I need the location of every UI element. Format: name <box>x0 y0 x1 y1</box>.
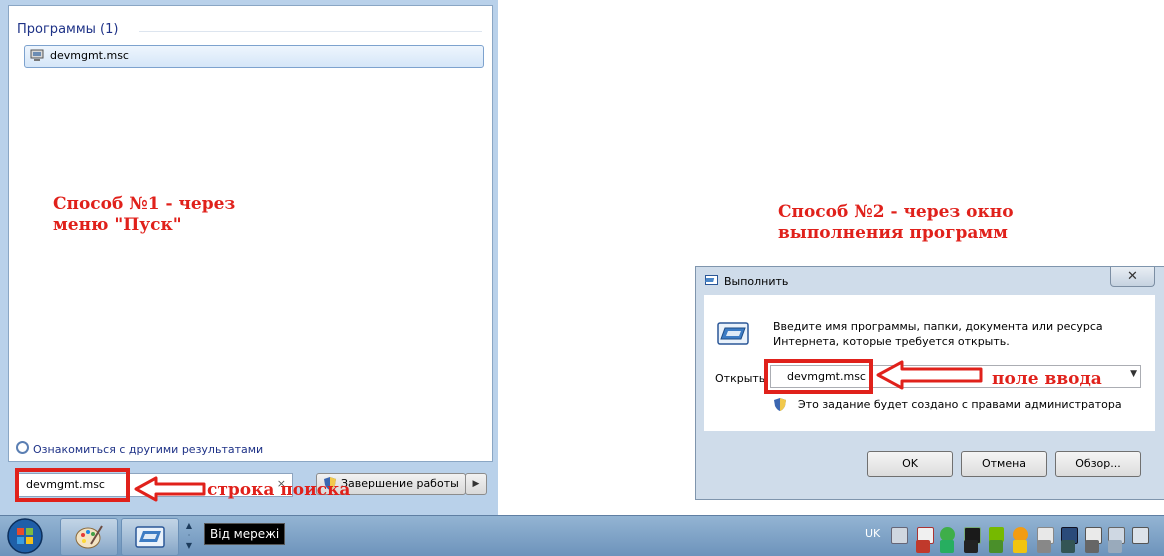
run-icon <box>705 275 718 285</box>
start-menu: Программы (1) devmgmt.msc Ознакомиться с… <box>0 0 498 515</box>
run-description: Введите имя программы, папки, документа … <box>773 320 1103 348</box>
tray-small-icon-4[interactable] <box>989 540 1003 553</box>
taskbar: ▲ · ▼ Від мережі UK <box>0 515 1164 556</box>
tray-small-icon-7[interactable] <box>1061 540 1075 553</box>
tray-small-icon-3[interactable] <box>964 540 978 553</box>
search-icon <box>16 441 29 454</box>
run-title: Выполнить <box>724 275 789 288</box>
method1-annotation: Способ №1 - через меню "Пуск" <box>53 194 235 236</box>
input-highlight-box <box>764 359 873 394</box>
method2-annotation: Способ №2 - через окно выполнения програ… <box>778 202 1014 244</box>
program-result-devmgmt[interactable]: devmgmt.msc <box>24 45 484 68</box>
tray-small-icon-5[interactable] <box>1013 540 1027 553</box>
more-results-link[interactable]: Ознакомиться с другими результатами <box>16 440 263 456</box>
input-arrow <box>876 360 983 390</box>
run-icon <box>135 526 165 548</box>
taskbar-paint-button[interactable] <box>60 518 118 556</box>
paint-icon <box>75 525 103 549</box>
method2-line2: выполнения программ <box>778 223 1008 243</box>
run-icon <box>717 322 749 345</box>
open-label: Открыть: <box>715 372 769 385</box>
input-annotation: поле ввода <box>992 369 1102 389</box>
volume-icon[interactable] <box>1132 527 1149 544</box>
tray-small-icon-6[interactable] <box>1037 540 1051 553</box>
close-button[interactable]: ✕ <box>1110 267 1155 287</box>
tray-small-icon-9[interactable] <box>1108 540 1122 553</box>
method2-line1: Способ №2 - через окно <box>778 202 1014 222</box>
shutdown-options-button[interactable]: ▶ <box>465 473 487 495</box>
search-arrow <box>134 476 206 502</box>
shield-icon <box>774 398 786 411</box>
programs-group-header: Программы (1) <box>17 22 119 37</box>
keyboard-icon[interactable] <box>891 527 908 544</box>
tray-small-icon-2[interactable] <box>940 540 954 553</box>
search-highlight-box <box>15 468 130 502</box>
taskbar-overflow-icon[interactable]: ▲ · ▼ <box>184 521 194 551</box>
tray-small-icon-1[interactable] <box>916 540 930 553</box>
program-result-label: devmgmt.msc <box>50 49 129 62</box>
method1-line2: меню "Пуск" <box>53 215 182 235</box>
cancel-button[interactable]: Отмена <box>961 451 1047 477</box>
chevron-down-icon[interactable]: ▼ <box>1130 369 1137 379</box>
group-divider <box>139 31 482 32</box>
taskbar-run-button[interactable] <box>121 518 179 556</box>
language-indicator[interactable]: UK <box>865 527 880 540</box>
method1-line1: Способ №1 - через <box>53 194 236 214</box>
tray-small-icon-8[interactable] <box>1085 540 1099 553</box>
admin-note-label: Это задание будет создано с правами адми… <box>798 398 1122 411</box>
network-tooltip: Від мережі <box>204 523 286 545</box>
ok-button[interactable]: OK <box>867 451 953 477</box>
search-annotation: строка поиска <box>207 480 351 500</box>
run-titlebar[interactable]: Выполнить ✕ <box>696 267 1164 295</box>
device-manager-icon <box>30 49 44 61</box>
windows-orb-icon[interactable] <box>3 516 47 556</box>
more-results-label: Ознакомиться с другими результатами <box>33 443 264 456</box>
shutdown-label: Завершение работы <box>341 477 459 490</box>
browse-button[interactable]: Обзор... <box>1055 451 1141 477</box>
